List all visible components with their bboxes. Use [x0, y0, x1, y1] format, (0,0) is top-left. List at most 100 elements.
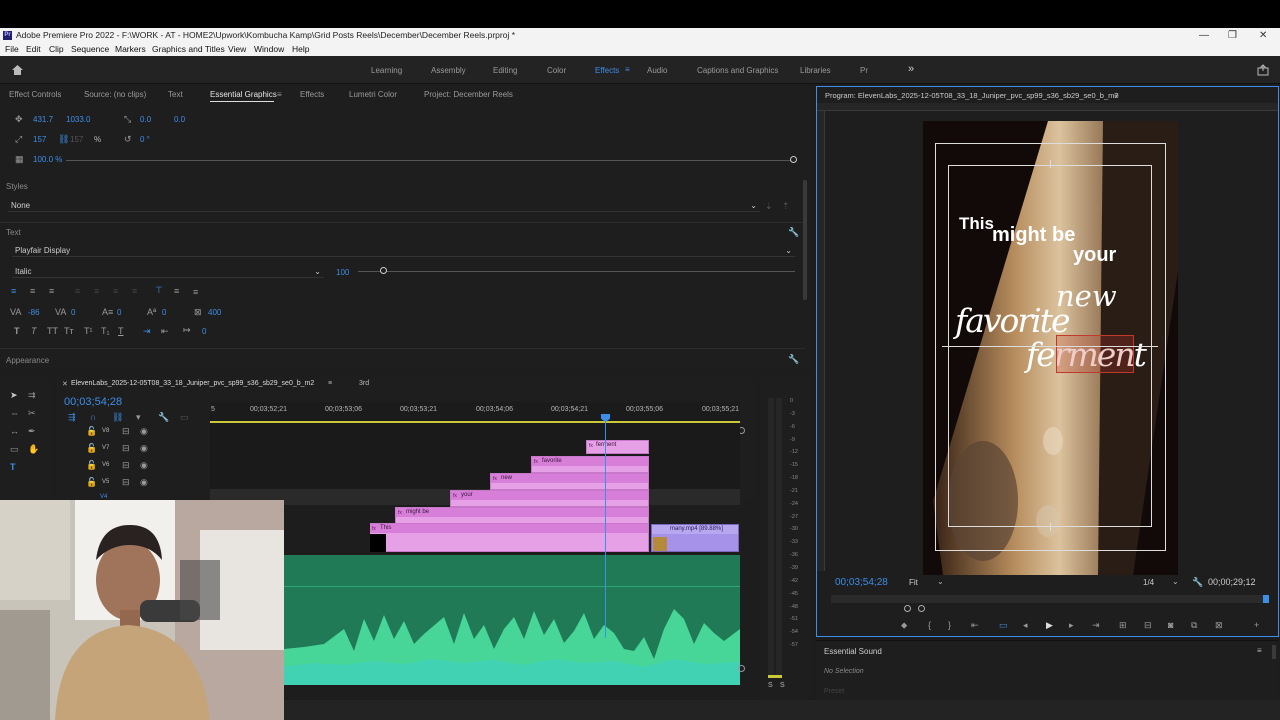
tab-lumetri-color[interactable]: Lumetri Color [349, 86, 397, 104]
workspace-audio[interactable]: Audio [647, 66, 667, 75]
menu-window[interactable]: Window [254, 43, 284, 56]
link-icon[interactable]: ⛓ [58, 134, 69, 144]
step-back-icon[interactable]: ◂ [1023, 620, 1028, 630]
align-right-icon[interactable]: ≡ [49, 286, 54, 296]
program-timecode[interactable]: 00;03;54;28 [835, 577, 888, 588]
menu-file[interactable]: File [5, 43, 19, 56]
go-to-out-icon[interactable]: ⇥ [1092, 620, 1100, 630]
add-marker-icon[interactable]: ⬥ [901, 620, 907, 630]
align-bottom-icon[interactable]: ≡ [193, 287, 198, 297]
snap-icon[interactable]: ∩ [90, 412, 96, 422]
graphic-clip-new[interactable]: new fx [490, 473, 649, 490]
program-scrubber[interactable] [831, 595, 1269, 603]
workspace-captions[interactable]: Captions and Graphics [697, 66, 778, 75]
eye-icon[interactable]: ◉ [140, 443, 148, 453]
font-style-dropdown[interactable]: Italic ⌄ [12, 265, 324, 278]
workspace-libraries[interactable]: Libraries [800, 66, 831, 75]
wrench-icon[interactable]: 🔧 [788, 354, 799, 364]
all-caps-button[interactable]: TT [47, 326, 58, 336]
push-style-icon[interactable]: ⇣ [765, 201, 773, 211]
faux-bold-button[interactable]: T [14, 326, 20, 336]
align-left-icon[interactable]: ≡ [11, 286, 16, 296]
opacity-slider-knob[interactable] [790, 156, 797, 163]
workspace-assembly[interactable]: Assembly [431, 66, 466, 75]
playback-resolution-dropdown[interactable]: 1/4 [1143, 578, 1154, 587]
go-to-in-icon[interactable]: ⇤ [971, 620, 979, 630]
tab-sequence-main[interactable]: ElevenLabs_2025-12-05T08_33_18_Juniper_p… [71, 380, 314, 387]
leading-value[interactable]: 0 [117, 308, 121, 317]
home-icon[interactable] [11, 64, 24, 76]
tab-project[interactable]: Project: December Reels [424, 86, 513, 104]
workspace-editing[interactable]: Editing [493, 66, 517, 75]
essential-sound-scrollbar[interactable] [1272, 645, 1276, 659]
small-caps-button[interactable]: Tт [64, 326, 74, 336]
eye-icon[interactable]: ◉ [140, 460, 148, 470]
eye-icon[interactable]: ◉ [140, 426, 148, 436]
essential-sound-menu-icon[interactable]: ≡ [1257, 646, 1262, 655]
align-center-icon[interactable]: ≡ [30, 286, 35, 296]
solo-right-button[interactable]: S [780, 682, 785, 689]
workspace-color[interactable]: Color [547, 66, 566, 75]
lock-icon[interactable]: 🔓 [86, 460, 97, 470]
tab-menu-icon[interactable]: ≡ [277, 86, 282, 104]
zoom-scroll-left-knob[interactable] [904, 605, 911, 612]
position-y-value[interactable]: 1033.0 [66, 115, 90, 124]
tracking-value[interactable]: -86 [28, 308, 40, 317]
align-top-icon[interactable]: ⊤ [155, 285, 163, 295]
sequence-menu-icon[interactable]: ≡ [328, 380, 332, 387]
audio-track[interactable] [284, 555, 740, 685]
maximize-button[interactable]: ❐ [1228, 28, 1237, 43]
font-size-slider-track[interactable] [358, 271, 795, 272]
anchor-x-value[interactable]: 0.0 [140, 115, 151, 124]
kerning-value[interactable]: 0 [71, 308, 75, 317]
play-icon[interactable]: ▶ [1046, 620, 1053, 630]
rtl-icon[interactable]: ⇤ [161, 326, 169, 336]
superscript-button[interactable]: T¹ [84, 326, 93, 336]
close-sequence-icon[interactable]: ✕ [62, 380, 68, 388]
sync-lock-icon[interactable]: ⊟ [122, 460, 130, 470]
faux-italic-button[interactable]: T [31, 326, 37, 336]
zoom-level-dropdown[interactable]: Fit [909, 578, 918, 587]
ltr-icon[interactable]: ⇥ [143, 326, 151, 336]
tab-text[interactable]: Text [168, 86, 183, 104]
insert-icon[interactable]: ⊞ [1119, 620, 1127, 630]
nest-icon[interactable]: ⇶ [68, 412, 76, 422]
playhead-line[interactable] [605, 418, 606, 638]
share-icon[interactable] [1257, 64, 1269, 76]
captions-icon[interactable]: ▭ [180, 412, 189, 422]
program-scrubber-playhead[interactable] [1263, 595, 1269, 603]
program-title[interactable]: Program: ElevenLabs_2025-12-05T08_33_18_… [825, 91, 1119, 100]
type-tool-icon[interactable]: T [10, 462, 16, 472]
close-button[interactable]: ✕ [1259, 28, 1267, 43]
tab-effects[interactable]: Effects [300, 86, 324, 104]
menu-edit[interactable]: Edit [26, 43, 41, 56]
export-frame-icon[interactable]: ◙ [1168, 620, 1173, 630]
workspaces-more-icon[interactable]: » [908, 63, 914, 75]
step-forward-icon[interactable]: ▸ [1069, 620, 1074, 630]
wrench-icon[interactable]: 🔧 [788, 227, 799, 237]
graphic-clip-your[interactable]: your fx [450, 490, 649, 507]
rectangle-tool-icon[interactable]: ▭ [10, 444, 19, 454]
workspace-learning[interactable]: Learning [371, 66, 402, 75]
vr-video-icon[interactable]: ⊠ [1215, 620, 1223, 630]
menu-graphics-titles[interactable]: Graphics and Titles [152, 43, 225, 56]
program-menu-icon[interactable]: ≡ [1114, 91, 1119, 100]
menu-clip[interactable]: Clip [49, 43, 64, 56]
underline-button[interactable]: T [118, 326, 124, 336]
styles-dropdown[interactable]: None ⌄ [8, 199, 760, 212]
menu-view[interactable]: View [228, 43, 246, 56]
add-marker-icon[interactable]: ▾ [136, 412, 141, 422]
font-size-slider-knob[interactable] [380, 267, 387, 274]
video-clip[interactable]: many.mp4 [89.88%] [651, 524, 739, 552]
essential-sound-title[interactable]: Essential Sound [824, 647, 882, 656]
pen-tool-icon[interactable]: ✒ [28, 426, 36, 436]
tab-source[interactable]: Source: (no clips) [84, 86, 146, 104]
eye-icon[interactable]: ◉ [140, 477, 148, 487]
slip-tool-icon[interactable]: ↔ [10, 426, 19, 436]
selection-tool-icon[interactable]: ➤ [10, 390, 18, 400]
justify-center-icon[interactable]: ≡ [94, 286, 99, 296]
ripple-edit-tool-icon[interactable]: ⇔ [10, 408, 19, 418]
baseline-value[interactable]: 0 [162, 308, 166, 317]
rotation-value[interactable]: 0 ° [140, 135, 150, 144]
razor-tool-icon[interactable]: ✂ [28, 408, 36, 418]
